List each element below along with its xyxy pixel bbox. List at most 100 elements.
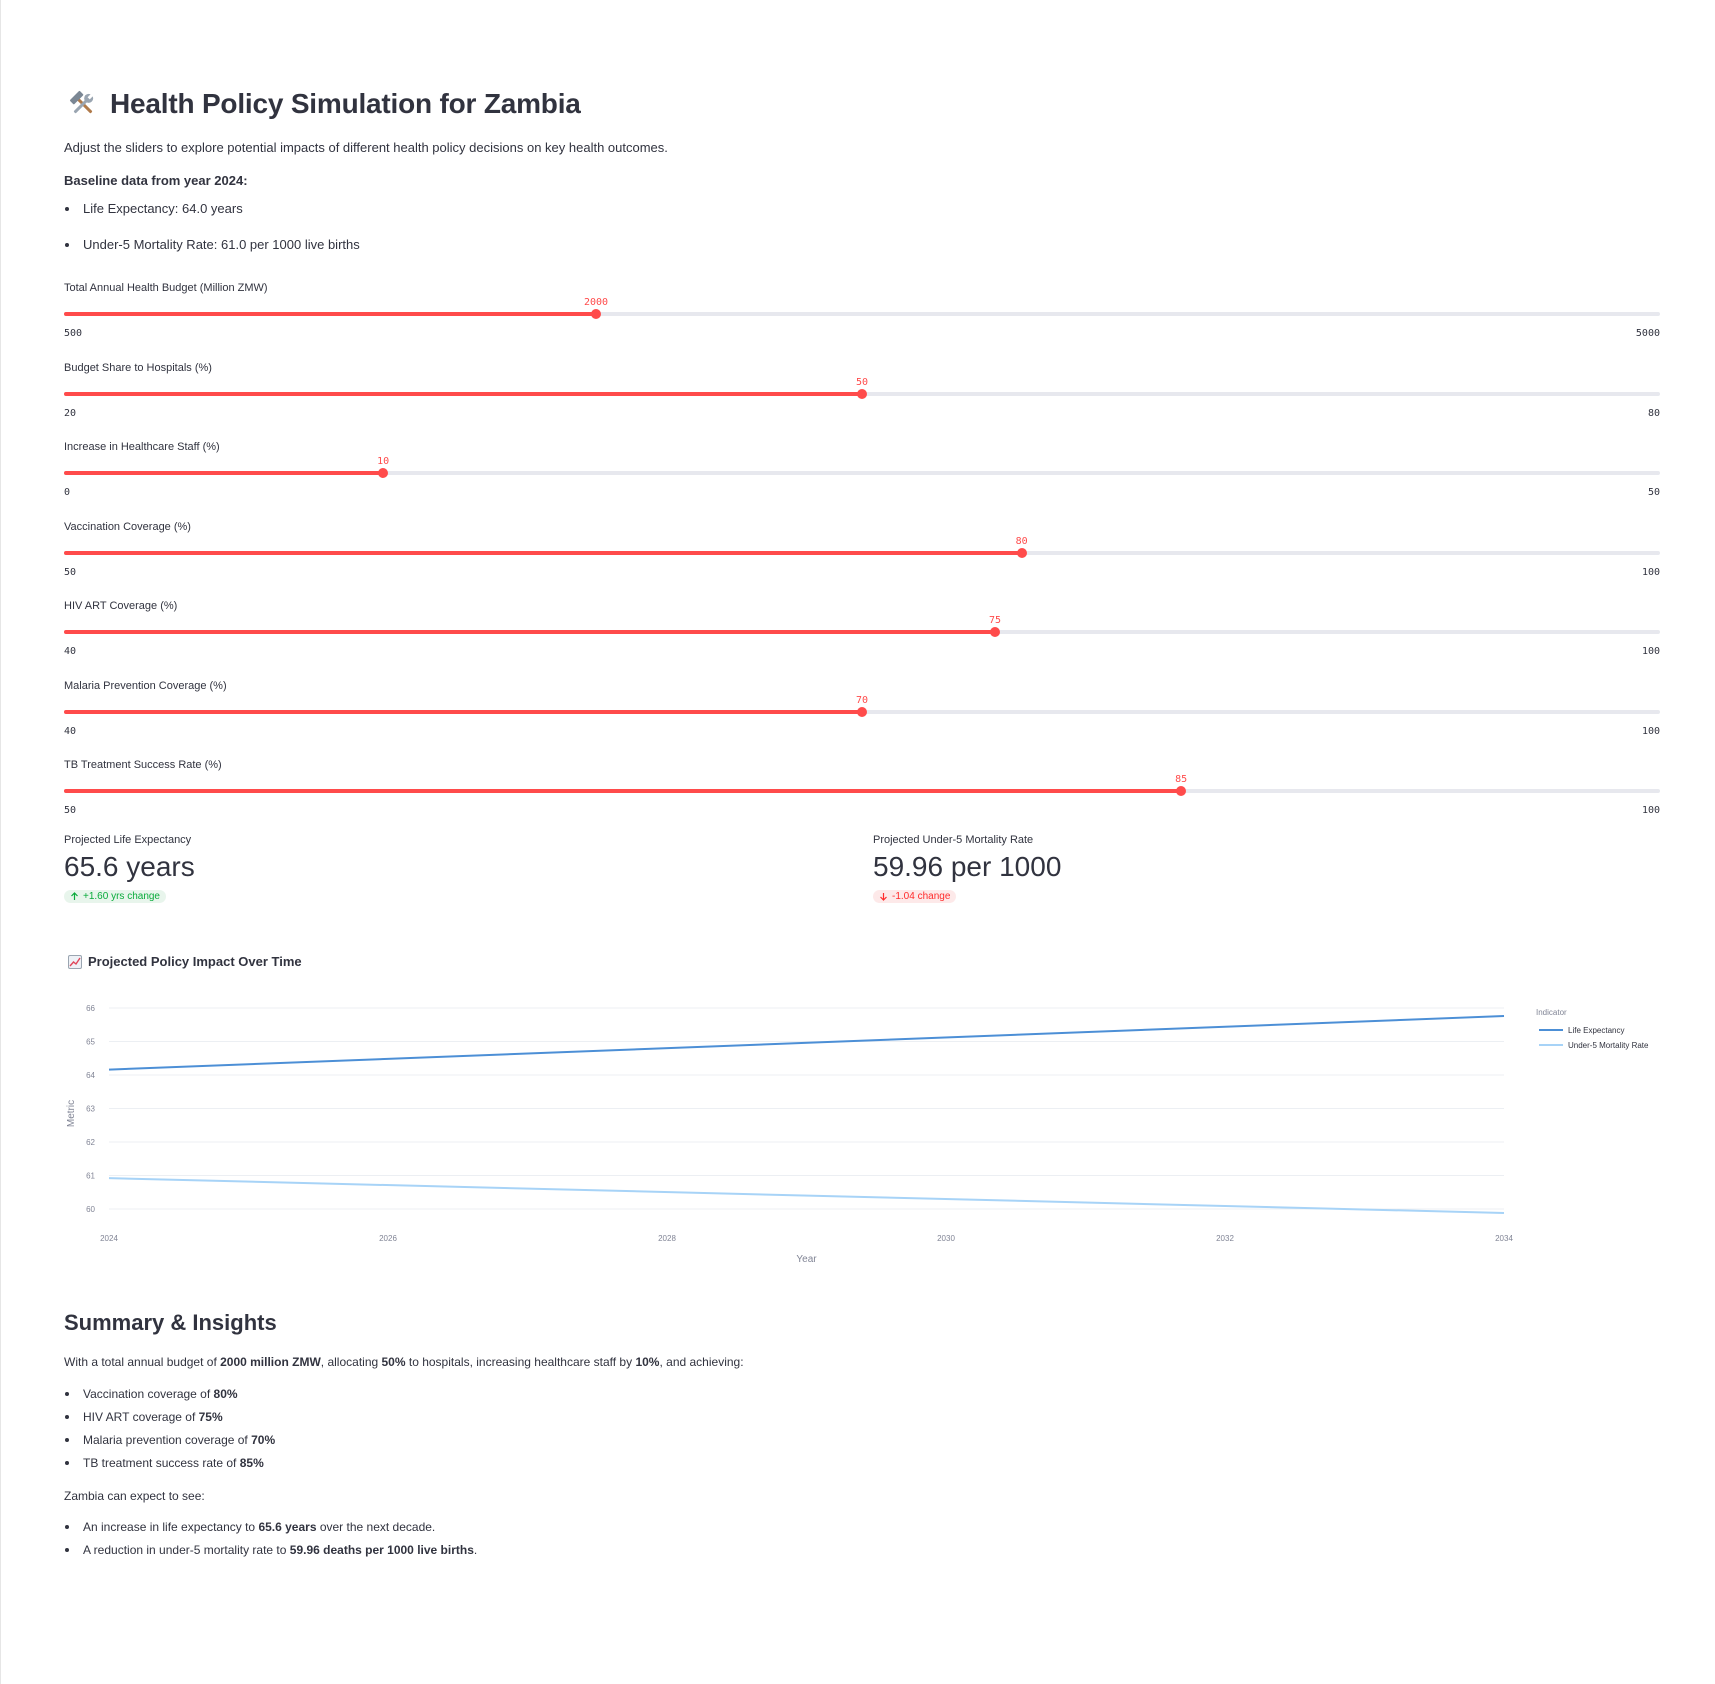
- legend-item: Life Expectancy: [1568, 1026, 1624, 1035]
- slider-thumb[interactable]: [1016, 547, 1027, 558]
- summary-title: Summary & Insights: [64, 1310, 277, 1335]
- chart-increasing-icon: [68, 954, 82, 969]
- coverage-item: HIV ART coverage of 75%: [64, 1408, 275, 1431]
- slider-thumb[interactable]: [857, 706, 867, 717]
- x-tick-label: 2034: [1495, 1234, 1513, 1243]
- slider-fill: [64, 709, 862, 714]
- outcome-item: An increase in life expectancy to 65.6 y…: [64, 1518, 477, 1541]
- slider-value: 10: [377, 456, 390, 467]
- summary-intro-text: With a total annual budget of: [64, 1355, 221, 1369]
- coverage-item-value: 70%: [251, 1433, 276, 1447]
- chart-heading: Projected Policy Impact Over Time: [68, 954, 302, 969]
- slider-min: 20: [64, 407, 77, 419]
- slider-thumb[interactable]: [1176, 786, 1187, 796]
- coverage-item-text: TB treatment success rate of: [83, 1456, 240, 1470]
- line-chart-svg[interactable]: 60 61 62 63 64 65 66 2024 2026 2028 2030 2032 2034 Ye…: [64, 990, 1660, 1270]
- expect-heading: Zambia can expect to see:: [64, 1489, 205, 1503]
- series-line-mortality: [108, 1177, 1505, 1214]
- outcome-text: .: [473, 1543, 478, 1557]
- page-title: Health Policy Simulation for Zambia: [110, 88, 581, 119]
- slider-label: Budget Share to Hospitals (%): [64, 361, 212, 374]
- slider-label: Increase in Healthcare Staff (%): [64, 441, 220, 453]
- slider-thumb[interactable]: [857, 388, 867, 399]
- metric-value: 65.6 years: [64, 851, 195, 882]
- slider-fill: [64, 789, 1182, 793]
- coverage-item: TB treatment success rate of 85%: [64, 1454, 275, 1477]
- slider-tb[interactable]: TB Treatment Success Rate (%) 85 50 100: [64, 759, 1660, 831]
- arrow-down-icon: [880, 893, 887, 901]
- slider-thumb[interactable]: [990, 627, 1000, 637]
- slider-thumb[interactable]: [378, 468, 389, 478]
- outcome-item: A reduction in under-5 mortality rate to…: [64, 1541, 477, 1564]
- slider-fill: [64, 471, 384, 475]
- outcome-list: An increase in life expectancy to 65.6 y…: [64, 1518, 477, 1564]
- line-chart[interactable]: 60 61 62 63 64 65 66 2024 2026 2028 2030 2032 2034 Ye…: [64, 990, 1660, 1270]
- chart-heading-text: Projected Policy Impact Over Time: [88, 954, 302, 969]
- slider-max: 50: [1647, 487, 1660, 498]
- slider-min: 40: [64, 725, 77, 737]
- slider-hiv-art[interactable]: HIV ART Coverage (%) 75 40 100: [64, 600, 1660, 672]
- coverage-item-text: HIV ART coverage of: [83, 1410, 199, 1424]
- coverage-item: Malaria prevention coverage of 70%: [64, 1431, 275, 1454]
- slider-fill: [64, 550, 1022, 555]
- summary-staff-value: 10%: [635, 1355, 660, 1369]
- outcome-value: 65.6 years: [258, 1520, 317, 1534]
- y-tick-label: 61: [86, 1171, 95, 1180]
- y-axis-label: Metric: [66, 1100, 77, 1127]
- coverage-item-value: 75%: [198, 1410, 223, 1424]
- slider-max: 100: [1641, 725, 1660, 737]
- metric-life-expectancy: Projected Life Expectancy 65.6 years +1.…: [64, 834, 564, 906]
- coverage-item-text: Vaccination coverage of: [83, 1387, 214, 1401]
- summary-intro-text: , allocating: [320, 1355, 382, 1369]
- page-header: Health Policy Simulation for Zambia: [68, 88, 581, 120]
- arrow-up-icon: [71, 892, 78, 900]
- slider-min: 500: [64, 328, 83, 339]
- slider-min: 50: [64, 566, 77, 578]
- x-tick-label: 2028: [658, 1234, 676, 1243]
- x-tick-label: 2024: [100, 1234, 118, 1243]
- slider-label: Total Annual Health Budget (Million ZMW): [64, 282, 268, 294]
- y-tick-label: 60: [86, 1205, 95, 1214]
- slider-budget[interactable]: Total Annual Health Budget (Million ZMW)…: [64, 282, 1660, 354]
- slider-min: 40: [64, 646, 77, 657]
- slider-label: Vaccination Coverage (%): [64, 520, 191, 533]
- slider-max: 100: [1641, 805, 1660, 816]
- summary-intro: With a total annual budget of 2000 milli…: [64, 1353, 1164, 1371]
- x-axis-label: Year: [796, 1254, 817, 1265]
- slider-hospital-share[interactable]: Budget Share to Hospitals (%) 50 20 80: [64, 362, 1660, 434]
- y-tick-label: 63: [86, 1104, 95, 1113]
- metric-delta-text: -1.04 change: [892, 891, 951, 902]
- slider-staff-increase[interactable]: Increase in Healthcare Staff (%) 10 0 50: [64, 441, 1660, 513]
- slider-value: 85: [1175, 774, 1188, 785]
- series-line-life-expectancy: [108, 1015, 1505, 1071]
- page-left-border: [0, 0, 1, 1684]
- slider-label: Malaria Prevention Coverage (%): [64, 679, 227, 692]
- summary-intro-text: to hospitals, increasing healthcare staf…: [405, 1355, 636, 1369]
- x-tick-label: 2026: [379, 1234, 397, 1243]
- metric-delta-text: +1.60 yrs change: [83, 891, 160, 902]
- y-tick-label: 64: [86, 1071, 95, 1080]
- baseline-item-life-expectancy: Life Expectancy: 64.0 years: [64, 200, 360, 236]
- slider-max: 5000: [1635, 328, 1660, 339]
- slider-value: 70: [855, 694, 869, 706]
- metric-delta: +1.60 yrs change: [64, 890, 166, 903]
- slider-malaria[interactable]: Malaria Prevention Coverage (%) 70 40 100: [64, 680, 1660, 752]
- slider-value: 75: [988, 615, 1002, 626]
- baseline-list: Life Expectancy: 64.0 years Under-5 Mort…: [64, 200, 360, 272]
- coverage-item-value: 80%: [213, 1387, 238, 1401]
- outcome-text: over the next decade.: [316, 1520, 436, 1534]
- slider-vaccination[interactable]: Vaccination Coverage (%) 80 50 100: [64, 521, 1660, 593]
- slider-label: TB Treatment Success Rate (%): [64, 759, 222, 771]
- legend-title: Indicator: [1536, 1008, 1567, 1017]
- x-tick-label: 2030: [937, 1234, 955, 1243]
- y-tick-label: 66: [86, 1004, 95, 1013]
- x-tick-label: 2032: [1216, 1234, 1234, 1243]
- outcome-value: 59.96 deaths per 1000 live births: [289, 1543, 474, 1557]
- y-tick-label: 62: [86, 1138, 95, 1147]
- slider-fill: [64, 312, 596, 316]
- slider-thumb[interactable]: [591, 309, 601, 319]
- slider-min: 50: [64, 805, 77, 816]
- coverage-item: Vaccination coverage of 80%: [64, 1385, 275, 1408]
- metric-label: Projected Life Expectancy: [64, 834, 192, 846]
- summary-budget-value: 2000 million ZMW: [220, 1355, 321, 1369]
